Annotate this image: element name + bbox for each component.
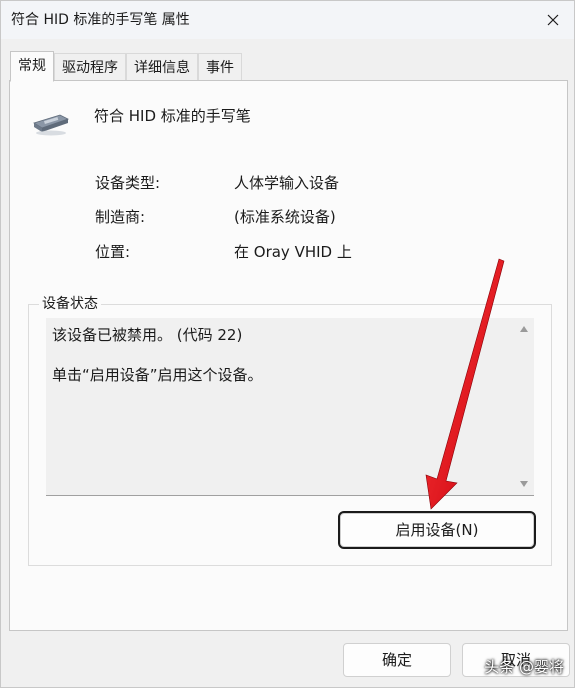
tab-details[interactable]: 详细信息 [126, 53, 198, 81]
close-icon [547, 14, 559, 26]
device-status-textbox[interactable]: 该设备已被禁用。 (代码 22) 单击“启用设备”启用这个设备。 [46, 318, 534, 496]
triangle-up-icon [520, 326, 528, 332]
title-bar[interactable]: 符合 HID 标准的手写笔 属性 [1, 1, 574, 39]
status-message: 该设备已被禁用。 (代码 22) [52, 326, 243, 344]
enable-device-button[interactable]: 启用设备(N) [338, 511, 536, 549]
scroll-up-arrow[interactable] [519, 324, 529, 334]
tab-driver[interactable]: 驱动程序 [54, 53, 126, 81]
ok-button[interactable]: 确定 [343, 643, 451, 677]
manufacturer-value: (标准系统设备) [234, 208, 336, 226]
tab-strip: 常规 驱动程序 详细信息 事件 [10, 51, 242, 82]
manufacturer-label: 制造商: [95, 208, 146, 226]
general-tab-panel: 符合 HID 标准的手写笔 设备类型: 人体学输入设备 制造商: (标准系统设备… [9, 80, 568, 631]
window-title: 符合 HID 标准的手写笔 属性 [11, 12, 190, 28]
cancel-button[interactable]: 取消 [462, 643, 570, 677]
tab-general[interactable]: 常规 [10, 51, 54, 82]
pen-device-icon [33, 114, 70, 136]
status-hint: 单击“启用设备”启用这个设备。 [52, 366, 263, 384]
location-value: 在 Oray VHID 上 [234, 243, 352, 261]
close-button[interactable] [530, 1, 574, 39]
triangle-down-icon [520, 481, 528, 487]
device-status-title: 设备状态 [39, 294, 101, 314]
scroll-down-arrow[interactable] [519, 479, 529, 489]
properties-dialog: 符合 HID 标准的手写笔 属性 常规 驱动程序 详细信息 事件 符合 HID … [0, 0, 575, 688]
device-type-value: 人体学输入设备 [234, 174, 340, 192]
tab-events[interactable]: 事件 [198, 53, 242, 81]
device-type-label: 设备类型: [95, 174, 161, 192]
location-label: 位置: [95, 243, 131, 261]
status-scrollbar[interactable] [514, 318, 534, 495]
device-name: 符合 HID 标准的手写笔 [94, 107, 251, 125]
